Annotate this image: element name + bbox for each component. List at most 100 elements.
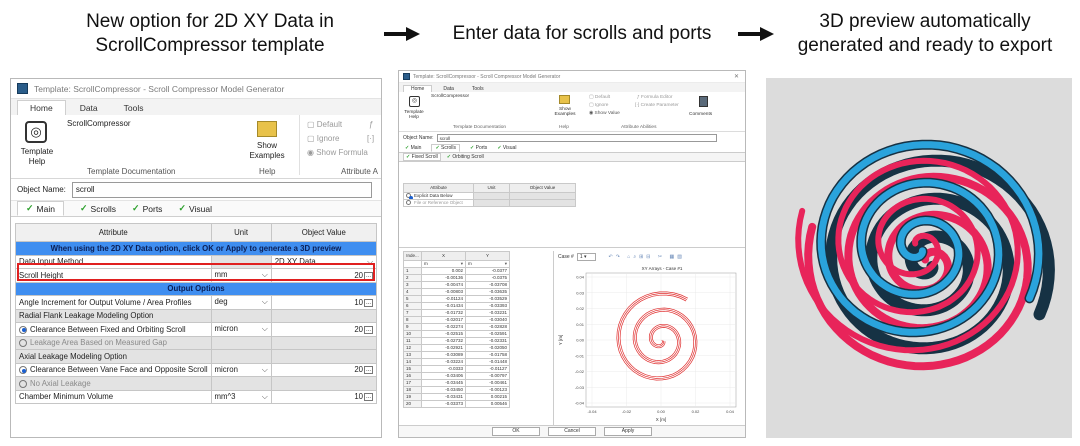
x-cell[interactable]: -0.01434 [421,302,466,310]
y-cell[interactable]: -0.03529 [465,295,510,303]
table-row[interactable]: Chamber Minimum Volume mm^3 ⌵ 10... [15,389,378,404]
table-row[interactable]: 13 -0.03089 -0.01758 [403,351,510,359]
x-cell[interactable]: -0.00803 [421,288,466,296]
apply-button[interactable]: Apply [604,427,652,436]
y-cell[interactable]: -0.00797 [465,372,510,380]
ellipsis-icon[interactable]: ... [364,298,373,307]
subtab-ports[interactable]: ✓ Ports [132,203,162,214]
object-name-input[interactable]: scroll [71,181,372,198]
cancel-button[interactable]: Cancel [548,427,596,436]
tab-home[interactable]: Home [403,85,433,92]
y-cell[interactable]: -0.03635 [465,288,510,296]
object-name-input[interactable]: scroll [436,134,717,142]
subtab-orbiting-scroll[interactable]: ✓ Orbiting Scroll [447,154,484,160]
table-row[interactable]: Leakage Area Based on Measured Gap [15,335,378,350]
x-cell[interactable]: -0.02515 [421,330,466,338]
show-examples-icon[interactable] [257,121,277,137]
value-input[interactable]: 20... [270,362,378,377]
explicit-data-option[interactable]: Explicit Data Below [414,194,453,199]
ignore-button[interactable]: ▢ Ignore [307,133,339,145]
table-row[interactable]: 17 -0.03445 -0.00461 [403,379,510,387]
close-icon[interactable]: ✕ [734,73,739,80]
tab-data[interactable]: Data [68,101,110,115]
table-row[interactable]: 16 -0.03406 -0.00797 [403,372,510,380]
table-row[interactable]: 4 -0.00803 -0.03635 [403,288,510,296]
x-cell[interactable]: -0.03406 [421,372,466,380]
table-row[interactable]: Radial Flank Leakage Modeling Option [15,308,378,323]
subtab-scrolls[interactable]: ✓ Scrolls [431,144,461,152]
x-cell[interactable]: -0.01124 [421,295,466,303]
subtab-ports[interactable]: ✓ Ports [470,145,487,151]
template-help-icon[interactable]: ◎ [25,121,47,143]
y-cell[interactable]: -0.01127 [465,365,510,373]
y-cell[interactable]: -0.03040 [465,316,510,324]
subtab-visual[interactable]: ✓ Visual [497,145,516,151]
radio-icon[interactable] [19,325,27,334]
unit-x[interactable]: m ▾ [421,260,466,268]
table-row[interactable]: 7 -0.01732 -0.03231 [403,309,510,317]
y-cell[interactable]: -0.03393 [465,302,510,310]
x-cell[interactable]: -0.03450 [421,386,466,394]
option-label[interactable]: No Axial Leakage [15,376,212,391]
table-row[interactable]: 2 -0.00136 -0.0375 [403,274,510,282]
tab-home[interactable]: Home [17,100,66,115]
y-cell[interactable]: -0.01448 [465,358,510,366]
ignore-button[interactable]: ▢ Ignore [589,103,608,108]
show-examples-icon[interactable] [559,95,570,104]
table-row[interactable]: 12 -0.02921 -0.02050 [403,344,510,352]
table-row[interactable]: Output Options [15,281,377,296]
case-select[interactable]: 1 ▾ [576,253,596,261]
template-help-button[interactable]: Template Help [401,110,427,120]
template-help-icon[interactable]: ◎ [409,96,420,107]
subtab-visual[interactable]: ✓ Visual [178,203,212,214]
x-cell[interactable]: -0.03089 [421,351,466,359]
unit-select[interactable]: micron ⌵ [210,322,272,337]
show-examples-button[interactable]: Show Examples [551,107,579,117]
option-label[interactable]: Leakage Area Based on Measured Gap [15,335,212,350]
y-cell[interactable]: 0.00546 [465,400,510,408]
y-cell[interactable]: -0.02828 [465,323,510,331]
table-row[interactable]: Clearance Between Fixed and Orbiting Scr… [15,322,378,337]
radio-icon[interactable] [19,379,27,388]
show-examples-button[interactable]: Show Examples [243,141,291,161]
x-cell[interactable]: 0.002 [421,267,466,275]
x-cell[interactable]: -0.03445 [421,379,466,387]
formula-icon[interactable]: ƒ [369,119,373,131]
x-cell[interactable]: -0.00136 [421,274,466,282]
x-cell[interactable]: -0.00474 [421,281,466,289]
plot-toolbar[interactable]: ↶↷ ⌂⌕⊞⊟ ✂ ▦▧ [609,254,685,260]
subtab-fixed-scroll[interactable]: ✓ Fixed Scroll [403,153,441,161]
header-object-value[interactable]: Object Value [270,223,378,242]
header-index[interactable]: Inde... [403,251,422,261]
brackets-icon[interactable]: [·] [367,133,374,145]
table-row[interactable]: 15 -0.0333 -0.01127 [403,365,510,373]
subtab-scrolls[interactable]: ✓ Scrolls [80,203,116,214]
y-cell[interactable]: -0.01758 [465,351,510,359]
header-unit[interactable]: Unit [210,223,272,242]
table-row[interactable]: 19 -0.03431 0.00215 [403,393,510,401]
ellipsis-icon[interactable]: ... [364,366,373,375]
table-row[interactable]: Explicit Data Below [403,192,576,200]
x-cell[interactable]: -0.02017 [421,316,466,324]
template-help-button[interactable]: Template Help [17,147,57,167]
y-cell[interactable]: -0.00123 [465,386,510,394]
ellipsis-icon[interactable]: ... [364,393,373,402]
value-input[interactable]: 10... [270,389,378,404]
value-input[interactable]: 10... [270,295,378,310]
y-cell[interactable]: -0.03231 [465,309,510,317]
create-parameter-button[interactable]: [·] Create Parameter [635,103,679,108]
table-row[interactable]: 3 -0.00474 -0.03708 [403,281,510,289]
subtab-main[interactable]: ✓ Main [17,201,64,216]
table-row[interactable]: 8 -0.02017 -0.03040 [403,316,510,324]
x-cell[interactable]: -0.01732 [421,309,466,317]
table-row[interactable]: 10 -0.02515 -0.02591 [403,330,510,338]
table-row[interactable]: 11 -0.02732 -0.02331 [403,337,510,345]
table-row[interactable]: 18 -0.03450 -0.00123 [403,386,510,394]
ok-button[interactable]: OK [492,427,540,436]
y-cell[interactable]: -0.0375 [465,274,510,282]
unit-select[interactable]: deg ⌵ [210,295,272,310]
y-cell[interactable]: 0.00215 [465,393,510,401]
table-row[interactable]: File or Reference Object [403,199,576,207]
y-cell[interactable]: -0.02591 [465,330,510,338]
comments-icon[interactable] [699,96,708,107]
